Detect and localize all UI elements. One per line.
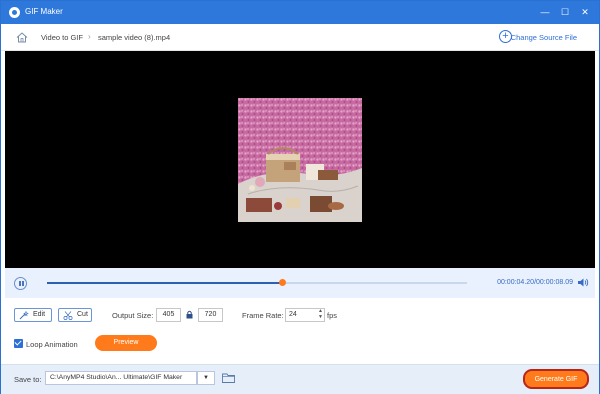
save-path-dropdown[interactable]: ▼ xyxy=(197,371,215,385)
video-preview xyxy=(5,51,595,268)
video-frame-image xyxy=(238,98,362,222)
output-width-input[interactable]: 405 xyxy=(156,308,181,322)
generate-gif-button[interactable]: Generate GIF xyxy=(523,369,589,389)
window-title: GIF Maker xyxy=(25,7,63,16)
save-path-field[interactable]: C:\AnyMP4 Studio\An... Ultimate\GIF Make… xyxy=(45,371,197,385)
breadcrumb-video-to-gif[interactable]: Video to GIF xyxy=(41,33,83,42)
title-bar: GIF Maker — ☐ ✕ xyxy=(1,1,599,24)
volume-icon[interactable] xyxy=(577,277,589,288)
frame-rate-spinner[interactable]: ▲ ▼ xyxy=(318,308,324,321)
picnic-scene-image xyxy=(238,98,362,222)
magic-wand-icon xyxy=(19,311,29,320)
progress-fill xyxy=(47,282,283,284)
frame-rate-value: 24 xyxy=(289,311,297,318)
breadcrumb-separator: › xyxy=(88,32,91,41)
fps-label: fps xyxy=(327,311,338,320)
pause-button[interactable] xyxy=(14,277,27,290)
loop-animation-checkbox[interactable] xyxy=(14,339,23,348)
gif-options-panel: Edit Cut Output Size: 405 720 Frame Rate… xyxy=(5,298,595,364)
gif-maker-window: GIF Maker — ☐ ✕ Video to GIF › sample vi… xyxy=(0,0,600,394)
spin-down-icon[interactable]: ▼ xyxy=(318,314,324,321)
total-time: 00:00:08.09 xyxy=(536,279,573,286)
footer-bar: Save to: C:\AnyMP4 Studio\An... Ultimate… xyxy=(1,364,599,394)
breadcrumb-bar: Video to GIF › sample video (8).mp4 + Ch… xyxy=(1,24,599,51)
home-icon[interactable] xyxy=(16,32,28,43)
playback-controls: 00:00:04.20/00:00:08.09 xyxy=(5,268,595,298)
cut-button-label: Cut xyxy=(77,311,88,318)
scissors-icon xyxy=(63,311,73,320)
progress-track[interactable] xyxy=(47,279,467,286)
minimize-button[interactable]: — xyxy=(537,5,553,19)
edit-button-label: Edit xyxy=(33,311,46,318)
current-time: 00:00:04.20 xyxy=(497,279,535,286)
save-to-label: Save to: xyxy=(14,375,42,384)
cut-button[interactable]: Cut xyxy=(58,308,92,322)
breadcrumb-file-name: sample video (8).mp4 xyxy=(98,33,171,42)
lock-icon[interactable] xyxy=(186,310,193,319)
folder-icon[interactable] xyxy=(222,373,235,383)
edit-button[interactable]: Edit xyxy=(14,308,52,322)
time-readout: 00:00:04.20/00:00:08.09 xyxy=(497,279,573,286)
app-logo-icon xyxy=(9,7,20,18)
loop-animation-label: Loop Animation xyxy=(26,340,78,349)
maximize-button[interactable]: ☐ xyxy=(557,5,573,19)
output-height-input[interactable]: 720 xyxy=(198,308,223,322)
output-size-label: Output Size: xyxy=(112,311,154,320)
close-button[interactable]: ✕ xyxy=(577,5,593,19)
preview-button[interactable]: Preview xyxy=(95,335,157,351)
progress-thumb[interactable] xyxy=(279,279,287,286)
change-source-file-link[interactable]: Change Source File xyxy=(511,33,577,42)
frame-rate-label: Frame Rate: xyxy=(242,311,284,320)
